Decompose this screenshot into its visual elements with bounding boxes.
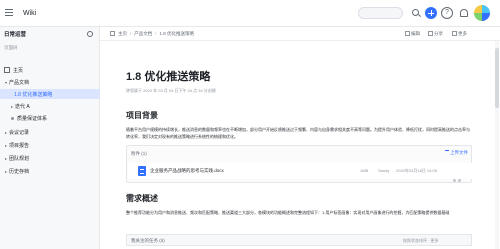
menu-icon[interactable]: [5, 9, 15, 17]
sidebar-item-product-docs[interactable]: ▾ 产品文档: [0, 77, 100, 87]
section-text-overview: 整个推荐功能分为用户和消息推送、频次和匹配策略、推送渠道三大部分，各模块的功能概…: [126, 210, 450, 215]
bullet-icon: [11, 116, 14, 120]
section-heading-overview: 需求概述: [126, 194, 158, 203]
sidebar: 日常运营 页面树 主页 ▾ 产品文档 1.8 优化推送策略 ▸ 迭代 A 质量保…: [0, 27, 100, 249]
upload-icon: [445, 150, 449, 154]
search-input[interactable]: [358, 7, 403, 19]
home-icon: [4, 67, 10, 73]
edit-button[interactable]: 编辑: [405, 31, 420, 37]
sidebar-item-push-strategy[interactable]: 1.8 优化推送策略: [0, 89, 100, 99]
task-table-title: 我关注的任务 (5): [131, 238, 165, 243]
add-icon[interactable]: [425, 7, 437, 19]
notification-icon[interactable]: [457, 7, 469, 19]
file-time: 2020年03月18日 14:05: [396, 168, 437, 173]
section-heading-background: 项目背景: [126, 111, 158, 120]
sidebar-item-label: 产品文档: [9, 79, 30, 86]
scrollbar-thumb[interactable]: [495, 48, 499, 108]
task-table-sort[interactable]: 按照状态排序 · 更多: [403, 238, 439, 244]
sidebar-item-label: 项目报告: [9, 142, 30, 149]
file-owner: Sandy: [378, 168, 390, 173]
sidebar-item-label: 会议记录: [9, 129, 30, 136]
sidebar-item-archive[interactable]: ▸ 历史存档: [0, 166, 100, 176]
breadcrumb-current: 1.8 优化推送策略: [159, 30, 195, 36]
breadcrumb-product-docs[interactable]: 产品文档: [134, 31, 152, 37]
sidebar-item-label: 迭代 A: [15, 103, 30, 110]
app-title: Wiki: [23, 9, 37, 17]
attachment-header: 附件 (1): [131, 151, 147, 156]
sidebar-title: 日常运营: [4, 32, 27, 38]
share-button[interactable]: 分享: [428, 31, 443, 37]
edit-label: 编辑: [411, 31, 420, 36]
word-file-icon: [138, 166, 146, 176]
breadcrumb-separator: /: [155, 31, 157, 36]
sidebar-item-planning[interactable]: ▸ 团队规划: [0, 153, 100, 163]
file-name[interactable]: 企业服务产品战略的思考与实践.docx: [150, 168, 224, 174]
breadcrumb-home[interactable]: 主页: [118, 31, 127, 37]
sidebar-item-meetings[interactable]: ▸ 会议记录: [0, 127, 100, 137]
sidebar-item-quality[interactable]: 质量保证体系: [0, 113, 100, 123]
file-size: 1MB: [360, 168, 369, 173]
attachment-file-row[interactable]: 企业服务产品战略的思考与实践.docx 1MB Sandy 2020年03月18…: [128, 163, 472, 182]
sidebar-item-label: 历史存档: [9, 168, 30, 175]
sidebar-item-label: 主页: [13, 67, 24, 74]
pencil-icon: [405, 31, 410, 37]
home-icon: [110, 31, 115, 36]
sidebar-item-reports[interactable]: ▸ 项目报告: [0, 140, 100, 150]
avatar[interactable]: [474, 5, 490, 21]
more-label: 更多: [458, 31, 467, 36]
sidebar-item-label: 质量保证体系: [17, 115, 48, 122]
file-actions[interactable]: [453, 169, 467, 182]
sidebar-item-label: 团队规划: [9, 155, 30, 162]
task-table-header: 我关注的任务 (5) 按照状态排序 · 更多: [126, 234, 472, 246]
share-icon: [428, 31, 433, 37]
more-button[interactable]: 更多: [452, 31, 467, 37]
sidebar-item-iteration-a[interactable]: ▸ 迭代 A: [0, 101, 100, 111]
section-text-background: 随着平台用户规模的持续增长，推送消息的数量和频率也在不断增加，部分用户开始反馈推…: [126, 127, 470, 139]
settings-icon[interactable]: [87, 31, 93, 37]
help-icon[interactable]: ?: [441, 7, 453, 19]
sidebar-item-home[interactable]: 主页: [0, 65, 100, 75]
search-icon[interactable]: [410, 7, 422, 19]
share-label: 分享: [434, 31, 443, 36]
page-meta: 钟思颖于 2020 年 03 月 04 日下午 04 点 34 分创建: [126, 88, 216, 93]
attachment-panel: 附件 (1) 上传文件 企业服务产品战略的思考与实践.docx 1MB Sand…: [126, 145, 472, 183]
upload-label: 上传文件: [450, 150, 468, 155]
sidebar-section-label: 页面树: [4, 45, 18, 50]
page-title: 1.8 优化推送策略: [126, 71, 211, 83]
sidebar-item-label: 1.8 优化推送策略: [14, 91, 53, 98]
more-icon: [452, 31, 457, 37]
breadcrumb-separator: /: [130, 31, 132, 36]
upload-button[interactable]: 上传文件: [445, 150, 468, 156]
